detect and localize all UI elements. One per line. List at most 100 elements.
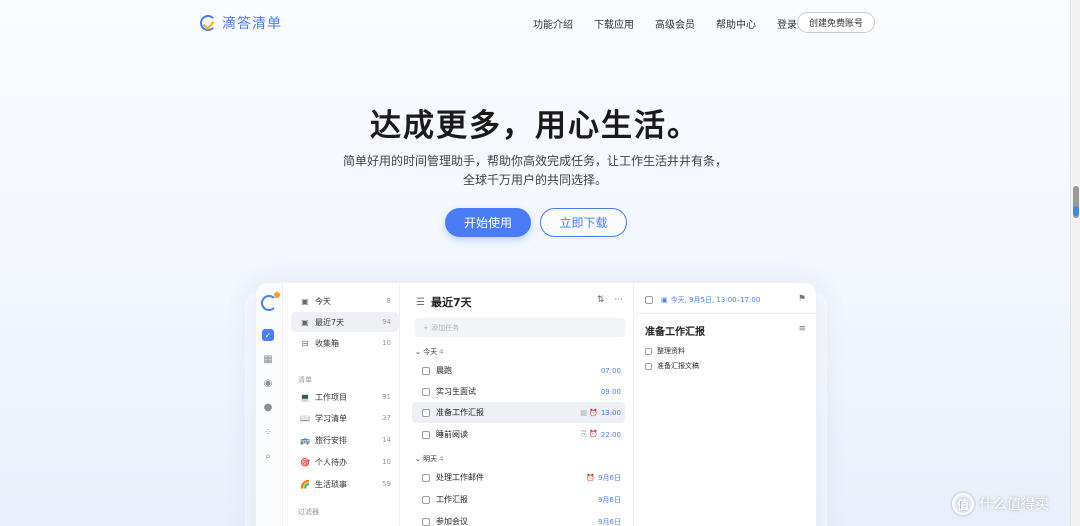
chevron-down-icon: ⌄	[415, 455, 421, 463]
hero-title: 达成更多，用心生活。	[370, 108, 700, 144]
sidebar-item-count: 59	[382, 480, 391, 488]
sidebar-item-work[interactable]: 💻 工作项目 91	[291, 387, 399, 407]
hero-subtitle-line2: 全球千万用户的共同选择。	[462, 173, 607, 187]
sidebar-item-today[interactable]: ▣ 今天 8	[291, 291, 399, 311]
task-row-selected[interactable]: 准备工作汇报 ▤ ⏰ 13:00	[412, 402, 625, 423]
search-icon[interactable]: ⌕	[262, 450, 274, 462]
nav-login[interactable]: 登录	[777, 16, 797, 31]
calendar-icon[interactable]: ▦	[262, 353, 274, 365]
page-scrollbar[interactable]	[1070, 0, 1080, 526]
task-check-icon[interactable]: ✓	[262, 329, 274, 341]
sidebar-item-count: 94	[382, 318, 391, 326]
task-title: 睡前阅读	[436, 430, 468, 439]
nav-features[interactable]: 功能介绍	[533, 16, 573, 31]
calendar-icon: ▣	[661, 296, 668, 304]
detail-divider	[635, 313, 816, 314]
sidebar-item-label: 最近7天	[315, 317, 345, 327]
sidebar-item-label: 旅行安排	[315, 435, 347, 445]
sidebar-item-personal[interactable]: 🎯 个人待办 10	[291, 452, 399, 472]
sidebar-item-travel[interactable]: 🚌 旅行安排 14	[291, 430, 399, 450]
checklist-item[interactable]: 准备汇报文稿	[645, 361, 699, 371]
apps-grid-icon[interactable]: ⁘	[262, 426, 274, 438]
sidebar-item-label: 学习清单	[315, 413, 347, 423]
task-time: ▤ ⏰ 13:00	[580, 408, 621, 417]
detail-date-row: ▣ 今天, 9月5日, 13:00–17:00	[645, 295, 760, 305]
task-checkbox[interactable]	[422, 473, 430, 482]
logo-check-icon	[200, 15, 216, 31]
bus-icon: 🚌	[300, 435, 310, 445]
task-detail: ▣ 今天, 9月5日, 13:00–17:00 ⚑ 准备工作汇报 ≡ 整理资料 …	[635, 283, 816, 526]
nav-download[interactable]: 下载应用	[594, 16, 634, 31]
rainbow-icon: 🌈	[300, 479, 310, 489]
task-row[interactable]: 参加会议 9月6日	[412, 511, 625, 526]
icon-rail: ✓ ▦ ◉ ● ⁘ ⌕	[256, 283, 283, 526]
detail-checkbox[interactable]	[645, 296, 653, 304]
sidebar-item-inbox[interactable]: ⊟ 收集箱 10	[291, 333, 399, 353]
task-time: 09:00	[600, 387, 621, 396]
group-count: 4	[439, 348, 444, 356]
checklist-item[interactable]: 整理资料	[645, 346, 685, 356]
list-title: 最近7天	[430, 296, 472, 309]
scrollbar-marker	[1073, 206, 1079, 216]
sidebar-item-study[interactable]: 📖 学习清单 37	[291, 408, 399, 428]
hero-subtitle: 简单好用的时间管理助手，帮助你高效完成任务，让工作生活井井有条， 全球千万用户的…	[0, 152, 1070, 190]
task-checkbox[interactable]	[422, 495, 430, 504]
group-today-heading[interactable]: ⌄ 今天 4	[415, 347, 444, 357]
menu-icon[interactable]: ☰	[416, 297, 425, 308]
sidebar-item-count: 91	[382, 393, 391, 401]
flag-icon[interactable]: ⚑	[798, 294, 806, 304]
group-label: 今天	[423, 348, 438, 356]
task-checkbox[interactable]	[422, 430, 430, 439]
add-task-input[interactable]: + 添加任务	[415, 318, 625, 337]
task-title: 准备工作汇报	[436, 408, 484, 417]
watermark-logo-icon: 值	[952, 493, 974, 515]
detail-title[interactable]: 准备工作汇报	[645, 323, 705, 338]
task-checkbox[interactable]	[422, 366, 430, 375]
task-row[interactable]: 处理工作邮件 ⏰ 9月6日	[412, 467, 625, 488]
nav-premium[interactable]: 高级会员	[655, 16, 695, 31]
checklist-checkbox[interactable]	[645, 362, 652, 370]
task-row[interactable]: 工作汇报 9月6日	[412, 489, 625, 510]
note-alarm-icons: ▤ ⏰	[580, 408, 598, 417]
alarm-icon: ⏰	[586, 473, 596, 482]
sidebar-item-count: 10	[382, 458, 391, 466]
focus-icon[interactable]: ◉	[262, 377, 274, 389]
task-title: 处理工作邮件	[436, 473, 484, 482]
detail-date[interactable]: 今天, 9月5日, 13:00–17:00	[671, 295, 761, 305]
inbox-icon: ⊟	[301, 338, 309, 348]
notification-dot	[274, 292, 280, 298]
task-checkbox[interactable]	[422, 387, 430, 396]
task-checkbox[interactable]	[422, 408, 430, 417]
task-row[interactable]: 晨跑 07:00	[412, 360, 625, 381]
attachment-alarm-icons: ⎘ ⏰	[581, 430, 598, 438]
checklist-checkbox[interactable]	[645, 347, 652, 355]
laptop-icon: 💻	[300, 392, 310, 402]
group-tomorrow-heading[interactable]: ⌄ 明天 4	[415, 454, 444, 464]
sidebar-item-label: 收集箱	[315, 338, 339, 348]
habit-icon[interactable]: ●	[262, 401, 274, 413]
sort-icon[interactable]: ⇅	[597, 295, 605, 305]
target-icon: 🎯	[300, 457, 310, 467]
download-button[interactable]: 立即下载	[540, 208, 627, 237]
logo[interactable]: 滴答清单	[200, 13, 282, 33]
task-row[interactable]: 实习生面试 09:00	[412, 381, 625, 402]
task-row[interactable]: 睡前阅读 ⎘ ⏰ 22:00	[412, 424, 625, 445]
sidebar-item-next7days[interactable]: ▣ 最近7天 94	[291, 312, 399, 332]
checklist-item-label: 整理资料	[657, 347, 685, 355]
group-label: 明天	[423, 455, 438, 463]
calendar-today-icon: ▣	[301, 296, 309, 306]
sidebar-item-count: 37	[382, 414, 391, 422]
sidebar-item-life[interactable]: 🌈 生活琐事 59	[291, 474, 399, 494]
signup-button[interactable]: 创建免费账号	[797, 12, 875, 33]
task-checkbox[interactable]	[422, 517, 430, 526]
lists-heading: 清单	[298, 376, 312, 384]
list-format-icon[interactable]: ≡	[798, 324, 806, 334]
calendar-week-icon: ▣	[301, 317, 309, 327]
task-time: 9月6日	[598, 495, 621, 504]
more-icon[interactable]: ···	[614, 295, 623, 305]
page: 滴答清单 功能介绍 下载应用 高级会员 帮助中心 登录 创建免费账号 达成更多，…	[0, 0, 1070, 526]
chevron-down-icon: ⌄	[415, 348, 421, 356]
logo-text: 滴答清单	[222, 16, 282, 32]
nav-help[interactable]: 帮助中心	[716, 16, 756, 31]
start-button[interactable]: 开始使用	[445, 208, 531, 237]
